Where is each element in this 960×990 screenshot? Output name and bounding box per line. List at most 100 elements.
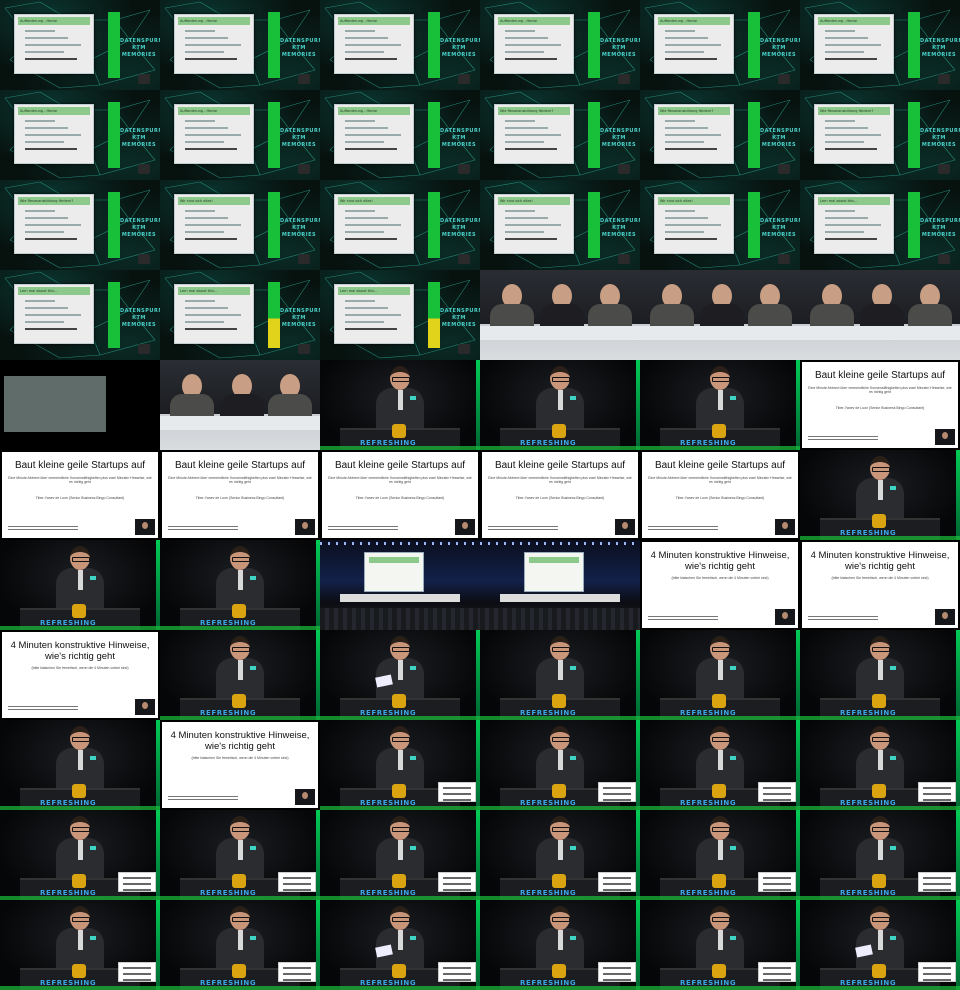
hall-thumbnail[interactable] [480, 540, 640, 630]
title-slide-thumbnail[interactable]: Baut kleine geile Startups auf Eine Minut… [640, 450, 800, 540]
speaker-thumbnail[interactable]: REFRESHING [640, 630, 800, 720]
speaker-thumbnail[interactable]: REFRESHING [800, 450, 960, 540]
level-bar [428, 282, 440, 348]
speaker-badge [410, 396, 416, 400]
slide-thumbnail[interactable]: Lern mal about this... DATENSPURN KTM MEMOR… [160, 270, 320, 360]
conference-logo: DATENSPURN KTM MEMORIES [440, 308, 480, 328]
speaker-pip [455, 519, 475, 535]
lower-third-line [283, 967, 311, 969]
slide-thumbnail[interactable]: Aufforderung - Heute DATENSPURN KTM MEMORIE… [480, 0, 640, 90]
speaker-thumbnail[interactable]: REFRESHING [640, 900, 800, 990]
slide-card: Wir sind sich alles! [334, 194, 414, 254]
panel-thumbnail[interactable] [800, 270, 960, 360]
slide-thumbnail[interactable]: Aufforderung - Heute DATENSPURN KTM MEMORIE… [320, 90, 480, 180]
panel-thumbnail[interactable] [480, 270, 640, 360]
blank-frame-thumbnail[interactable] [0, 360, 160, 450]
speaker-thumbnail[interactable]: REFRESHING [0, 810, 160, 900]
speaker-thumbnail[interactable]: REFRESHING [480, 720, 640, 810]
slide-card-line [505, 51, 544, 53]
speaker-thumbnail[interactable]: REFRESHING [480, 360, 640, 450]
lower-third-line [923, 883, 951, 885]
slide-thumbnail[interactable]: Wie Resonanzbildung fördern? DATENSPURN KT… [800, 90, 960, 180]
slide-thumbnail[interactable]: Wir sind sich alles! DATENSPURN KTM MEMORIE… [640, 180, 800, 270]
slide-card-line [25, 238, 77, 240]
slide-thumbnail[interactable]: Aufforderung - Heute DATENSPURN KTM MEMORIE… [800, 0, 960, 90]
level-bar [108, 282, 120, 348]
title-slide-thumbnail[interactable]: Baut kleine geile Startups auf Eine Minut… [320, 450, 480, 540]
speaker-thumbnail[interactable]: REFRESHING [0, 540, 160, 630]
title-slide-thumbnail[interactable]: 4 Minuten konstruktive Hinweise, wie's r… [160, 720, 320, 810]
slide-thumbnail[interactable]: Aufforderung - Heute DATENSPURN KTM MEMORIE… [640, 0, 800, 90]
lower-third-line [443, 973, 471, 975]
speaker-thumbnail[interactable]: REFRESHING [800, 630, 960, 720]
speaker-tie [398, 930, 403, 950]
speaker-thumbnail[interactable]: REFRESHING [800, 810, 960, 900]
slide-thumbnail[interactable]: Aufforderung - Heute DATENSPURN KTM MEMORIE… [0, 90, 160, 180]
speaker-tie [238, 660, 243, 680]
speaker-thumbnail[interactable]: REFRESHING [160, 810, 320, 900]
speaker-thumbnail[interactable]: REFRESHING [800, 900, 960, 990]
speaker-pip [775, 609, 795, 625]
lower-third-line [123, 889, 151, 891]
speaker-thumbnail[interactable]: REFRESHING [480, 900, 640, 990]
speaker-badge [570, 846, 576, 850]
speaker-glasses [232, 557, 250, 562]
lower-third-line [123, 979, 151, 981]
slide-thumbnail[interactable]: Aufforderung - Heute DATENSPURN KTM MEMORIE… [160, 0, 320, 90]
slide-thumbnail[interactable]: Wie Resonanzbildung fördern? DATENSPURN KT… [640, 90, 800, 180]
speaker [536, 636, 584, 700]
title-footer [328, 524, 398, 530]
title-slide-thumbnail[interactable]: Baut kleine geile Startups auf Eine Minut… [160, 450, 320, 540]
slide-thumbnail[interactable]: Lern mal about this... DATENSPURN KTM MEMOR… [0, 270, 160, 360]
level-bar [748, 102, 760, 168]
title-subtitle: Eine Minute Abbrevi über vermeintliche K… [488, 476, 632, 484]
slide-thumbnail[interactable]: Aufforderung - Heute DATENSPURN KTM MEMORIE… [160, 90, 320, 180]
speaker-thumbnail[interactable]: REFRESHING [320, 810, 480, 900]
speaker-thumbnail[interactable]: REFRESHING [0, 720, 160, 810]
speaker-thumbnail[interactable]: REFRESHING [160, 900, 320, 990]
title-slide-thumbnail[interactable]: 4 Minuten konstruktive Hinweise, wie's r… [800, 540, 960, 630]
panel-thumbnail[interactable] [160, 360, 320, 450]
speaker-thumbnail[interactable]: REFRESHING [320, 900, 480, 990]
slide-card-line [505, 30, 535, 32]
title-slide-thumbnail[interactable]: Baut kleine geile Startups auf Eine Minut… [800, 360, 960, 450]
slide-thumbnail[interactable]: Wir sind sich alles! DATENSPURN KTM MEMORIE… [480, 180, 640, 270]
panel-thumbnail[interactable] [640, 270, 800, 360]
speaker-pip [615, 519, 635, 535]
speaker-thumbnail[interactable]: REFRESHING [480, 630, 640, 720]
slide-thumbnail[interactable]: Aufforderung - Heute DATENSPURN KTM MEMORIE… [320, 0, 480, 90]
bear-mascot [232, 964, 246, 978]
speaker-thumbnail[interactable]: REFRESHING [160, 540, 320, 630]
footer-line [8, 526, 78, 527]
slide-card-line [665, 148, 717, 150]
title-slide-thumbnail[interactable]: 4 Minuten konstruktive Hinweise, wie's r… [0, 630, 160, 720]
speaker-thumbnail[interactable]: REFRESHING [640, 720, 800, 810]
title-slide-thumbnail[interactable]: Baut kleine geile Startups auf Eine Minut… [0, 450, 160, 540]
speaker-glasses [392, 377, 410, 382]
slide-thumbnail[interactable]: Aufforderung - Heute DATENSPURN KTM MEMORIE… [0, 0, 160, 90]
speaker-thumbnail[interactable]: REFRESHING [480, 810, 640, 900]
speaker-thumbnail[interactable]: REFRESHING [0, 900, 160, 990]
slide-card: Aufforderung - Heute [654, 14, 734, 74]
slide-card-line [25, 134, 81, 136]
slide-card-line [665, 134, 721, 136]
speaker-thumbnail[interactable]: REFRESHING [320, 630, 480, 720]
speaker-thumbnail[interactable]: REFRESHING [800, 720, 960, 810]
slide-thumbnail[interactable]: Lern mal about this... DATENSPURN KTM MEMOR… [320, 270, 480, 360]
slide-thumbnail[interactable]: Lern mal about this... DATENSPURN KTM MEMOR… [800, 180, 960, 270]
title-author: Tiber-Yanev de Luon (Senior Business Bin… [355, 496, 445, 500]
title-slide-thumbnail[interactable]: 4 Minuten konstruktive Hinweise, wie's r… [640, 540, 800, 630]
bear-mascot [552, 424, 566, 438]
speaker-thumbnail[interactable]: REFRESHING [640, 360, 800, 450]
slide-thumbnail[interactable]: Wie Resonanzbildung fördern? DATENSPURN KT… [480, 90, 640, 180]
title-slide-thumbnail[interactable]: Baut kleine geile Startups auf Eine Minut… [480, 450, 640, 540]
slide-thumbnail[interactable]: Wir sind sich alles! DATENSPURN KTM MEMORIE… [320, 180, 480, 270]
level-bar [908, 12, 920, 78]
hall-thumbnail[interactable] [320, 540, 480, 630]
speaker-thumbnail[interactable]: REFRESHING [160, 630, 320, 720]
slide-thumbnail[interactable]: Wir sind sich alles! DATENSPURN KTM MEMORIE… [160, 180, 320, 270]
speaker-thumbnail[interactable]: REFRESHING [640, 810, 800, 900]
speaker-thumbnail[interactable]: REFRESHING [320, 720, 480, 810]
slide-thumbnail[interactable]: Wie Resonanzbildung fördern? DATENSPURN KT… [0, 180, 160, 270]
speaker-thumbnail[interactable]: REFRESHING [320, 360, 480, 450]
